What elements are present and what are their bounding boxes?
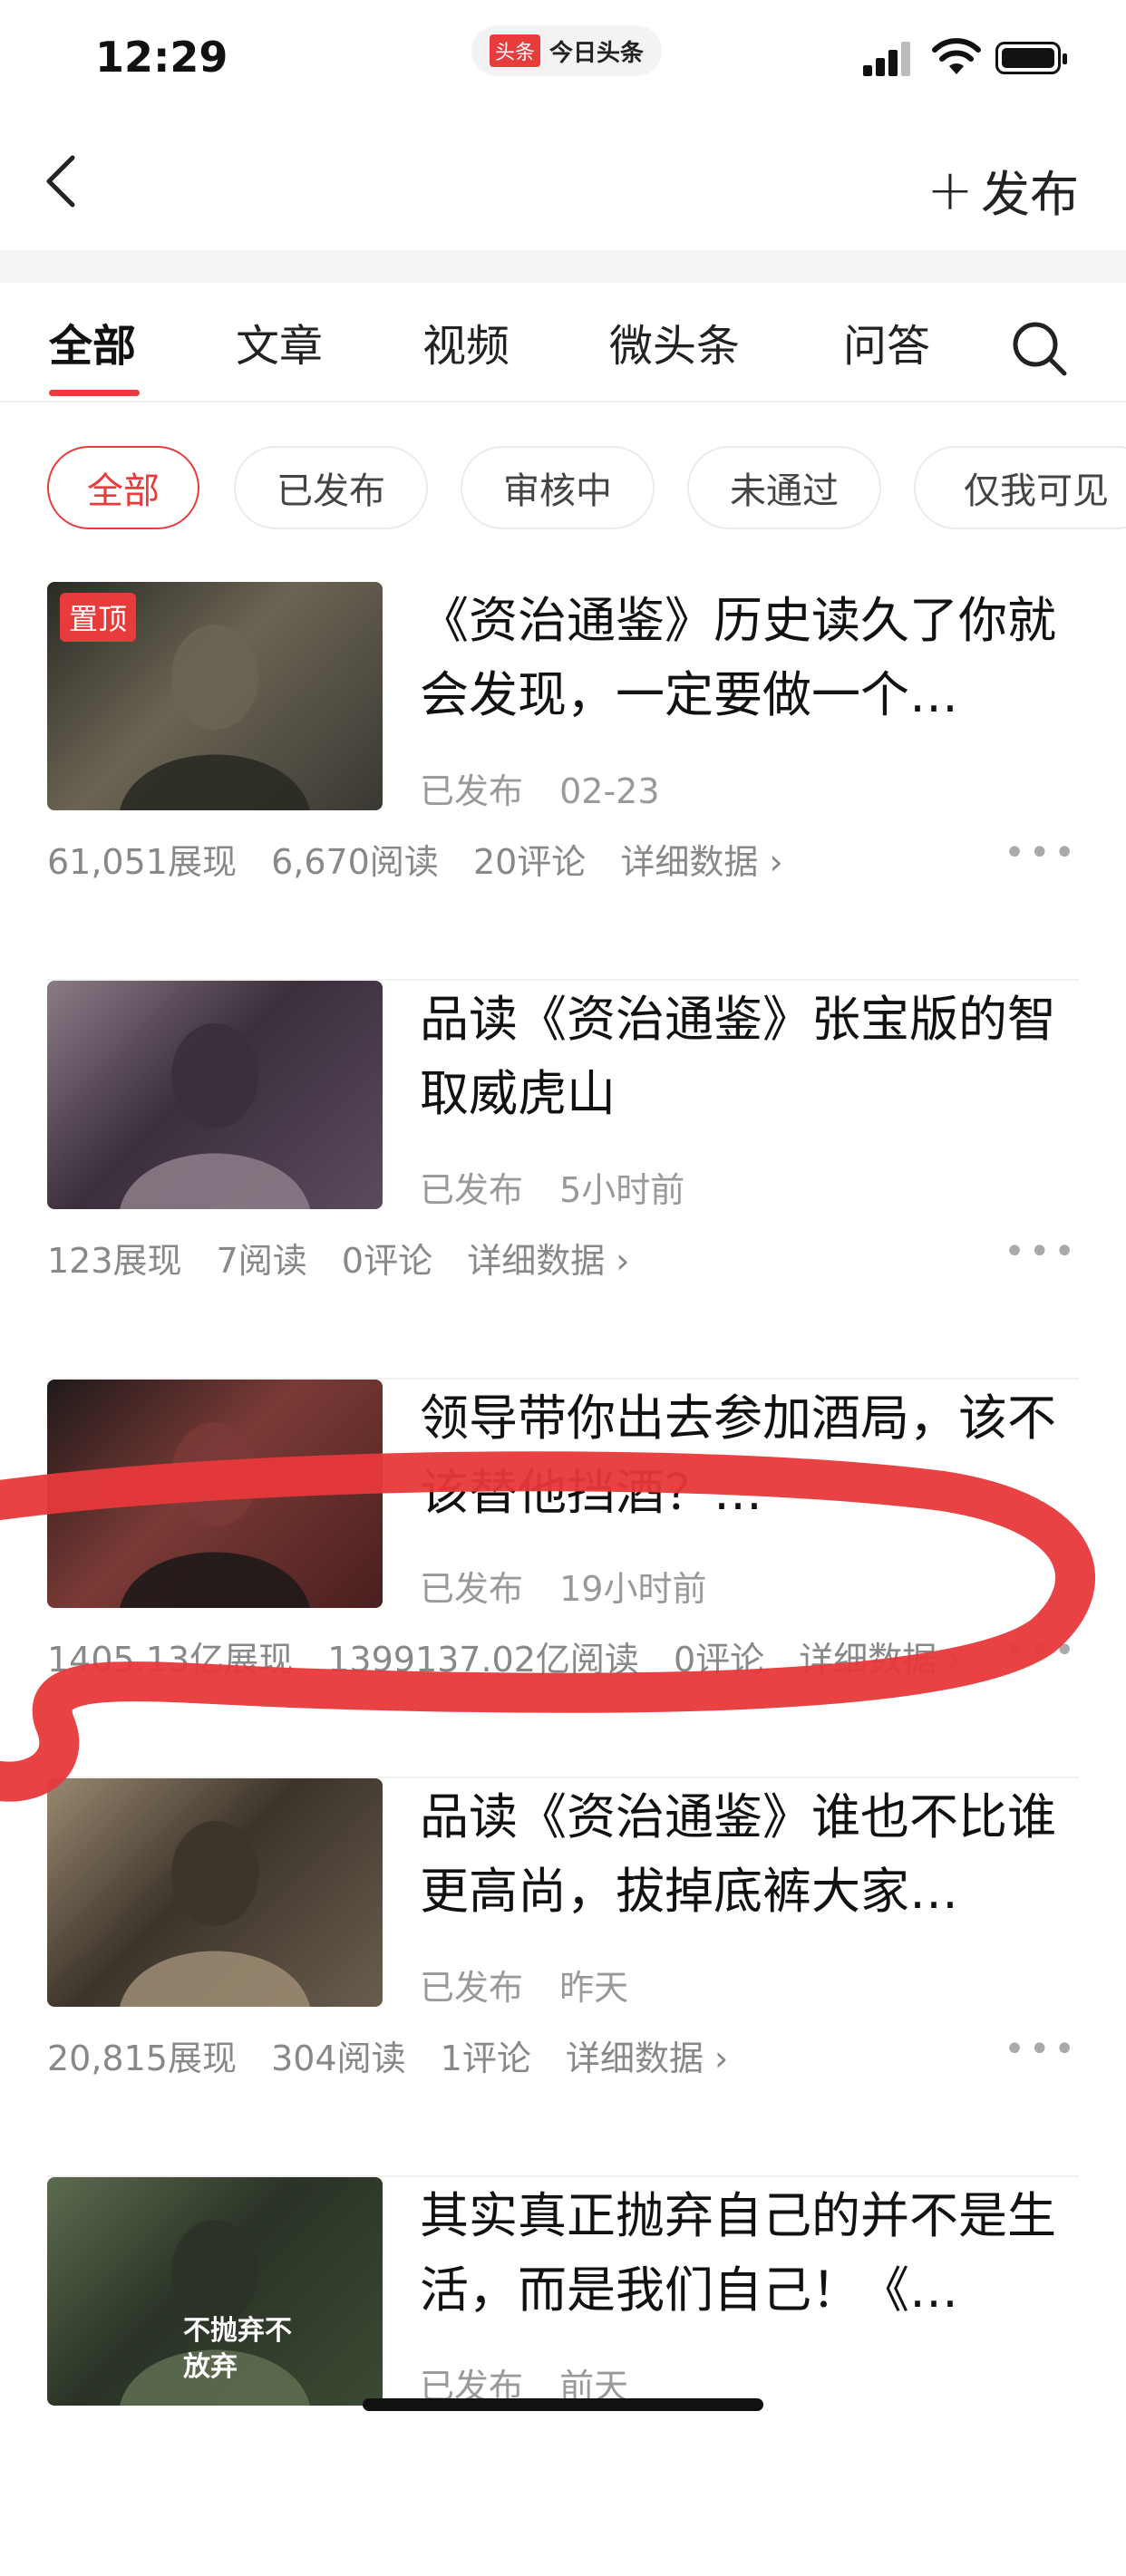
article-meta: 已发布 02-23 [420,763,660,813]
reads-count: 304阅读 [271,2039,406,2078]
article-thumbnail[interactable] [47,981,383,1209]
publish-status: 已发布 [420,1968,524,2008]
chip-published[interactable]: 已发布 [234,446,428,529]
article-stats: 1405.13亿展现 1399137.02亿阅读 0评论 详细数据 › [47,1632,985,1681]
status-bar: 12:29 头条 今日头条 [0,0,1126,118]
comments-count: 1评论 [440,2039,531,2078]
chip-private[interactable]: 仅我可见 [914,446,1126,529]
publish-time: 19小时前 [559,1569,707,1609]
reads-count: 7阅读 [216,1241,307,1281]
article-item[interactable]: 置顶 《资治通鉴》历史读久了你就会发现，一定要做一个… 已发布 02-23 61,… [0,582,1126,981]
article-title[interactable]: 领导带你出去参加酒局，该不该替他挡酒？… [420,1381,1073,1530]
article-meta: 已发布 昨天 [420,1960,628,2009]
article-thumbnail[interactable] [47,1380,383,1608]
more-options-icon[interactable]: ••• [1004,1630,1079,1671]
impressions-count: 20,815展现 [47,2039,237,2078]
nav-bar: + 发布 [0,118,1126,249]
battery-icon [995,42,1067,74]
thumbnail-figure [120,1023,310,1209]
more-options-icon[interactable]: ••• [1004,2029,1079,2070]
publish-status: 已发布 [420,771,524,811]
article-thumbnail[interactable]: 不抛弃不放弃 [47,2177,383,2406]
article-title[interactable]: 《资治通鉴》历史读久了你就会发现，一定要做一个… [420,584,1073,732]
article-title[interactable]: 其实真正抛弃自己的并不是生活，而是我们自己！《… [420,2179,1073,2328]
thumbnail-caption: 不抛弃不放弃 [183,2315,292,2383]
impressions-count: 123展现 [47,1241,182,1281]
wifi-icon [932,38,981,74]
publish-label: 发布 [981,166,1079,223]
more-options-icon[interactable]: ••• [1004,832,1079,874]
article-item[interactable]: 不抛弃不放弃 其实真正抛弃自己的并不是生活，而是我们自己！《… 已发布 前天 [0,2177,1126,2576]
tab-micro-posts[interactable]: 微头条 [609,310,740,373]
detail-data-link[interactable]: 详细数据 › [620,842,782,882]
comments-count: 0评论 [674,1640,765,1680]
tab-articles[interactable]: 文章 [236,310,323,373]
publish-button[interactable]: + 发布 [927,154,1079,226]
cellular-signal-icon [863,40,914,76]
article-thumbnail[interactable] [47,1778,383,2007]
active-tab-indicator [49,390,140,396]
content-type-tabs: 全部 文章 视频 微头条 问答 [0,283,1126,402]
pinned-badge: 置顶 [60,593,137,642]
app-name: 今日头条 [549,39,645,67]
chip-all[interactable]: 全部 [47,446,199,529]
chip-under-review[interactable]: 审核中 [461,446,655,529]
article-title[interactable]: 品读《资治通鉴》谁也不比谁更高尚，拔掉底裤大家… [420,1780,1073,1929]
status-filter-chips: 全部 已发布 审核中 未通过 仅我可见 [0,446,1126,537]
detail-data-link[interactable]: 详细数据 › [566,2039,728,2078]
tab-qa[interactable]: 问答 [843,310,930,373]
article-stats: 20,815展现 304阅读 1评论 详细数据 › [47,2030,752,2080]
impressions-count: 1405.13亿展现 [47,1640,294,1680]
reads-count: 1399137.02亿阅读 [327,1640,639,1680]
home-indicator [363,2398,763,2411]
search-icon[interactable] [1008,317,1072,381]
app-indicator: 头条 今日头条 [471,25,663,76]
tab-all[interactable]: 全部 [49,310,136,373]
detail-data-link[interactable]: 详细数据 › [467,1241,629,1281]
comments-count: 20评论 [472,842,587,882]
article-stats: 123展现 7阅读 0评论 详细数据 › [47,1233,653,1283]
article-meta: 已发布 5小时前 [420,1162,684,1212]
comments-count: 0评论 [341,1241,433,1281]
article-item[interactable]: 品读《资治通鉴》谁也不比谁更高尚，拔掉底裤大家… 已发布 昨天 20,815展现… [0,1778,1126,2177]
article-item[interactable]: 领导带你出去参加酒局，该不该替他挡酒？… 已发布 19小时前 1405.13亿展… [0,1380,1126,1778]
article-meta: 已发布 19小时前 [420,1561,706,1611]
plus-icon: + [927,156,974,223]
tab-videos[interactable]: 视频 [422,310,510,373]
app-logo: 头条 [490,34,541,67]
publish-time: 昨天 [559,1968,629,2008]
impressions-count: 61,051展现 [47,842,237,882]
article-item[interactable]: 品读《资治通鉴》张宝版的智取威虎山 已发布 5小时前 123展现 7阅读 0评论… [0,981,1126,1380]
back-icon[interactable] [36,145,91,218]
chip-rejected[interactable]: 未通过 [687,446,881,529]
reads-count: 6,670阅读 [271,842,439,882]
publish-time: 5小时前 [559,1170,685,1210]
article-thumbnail[interactable]: 置顶 [47,582,383,810]
article-stats: 61,051展现 6,670阅读 20评论 详细数据 › [47,834,807,884]
publish-time: 02-23 [559,771,660,811]
publish-status: 已发布 [420,1170,524,1210]
publish-status: 已发布 [420,1569,524,1609]
section-divider [0,250,1126,283]
more-options-icon[interactable]: ••• [1004,1231,1079,1273]
detail-data-link[interactable]: 详细数据 › [799,1640,961,1680]
thumbnail-figure [120,1821,310,2007]
article-title[interactable]: 品读《资治通鉴》张宝版的智取威虎山 [420,983,1073,1131]
thumbnail-figure [120,1422,310,1608]
status-time: 12:29 [95,33,228,82]
